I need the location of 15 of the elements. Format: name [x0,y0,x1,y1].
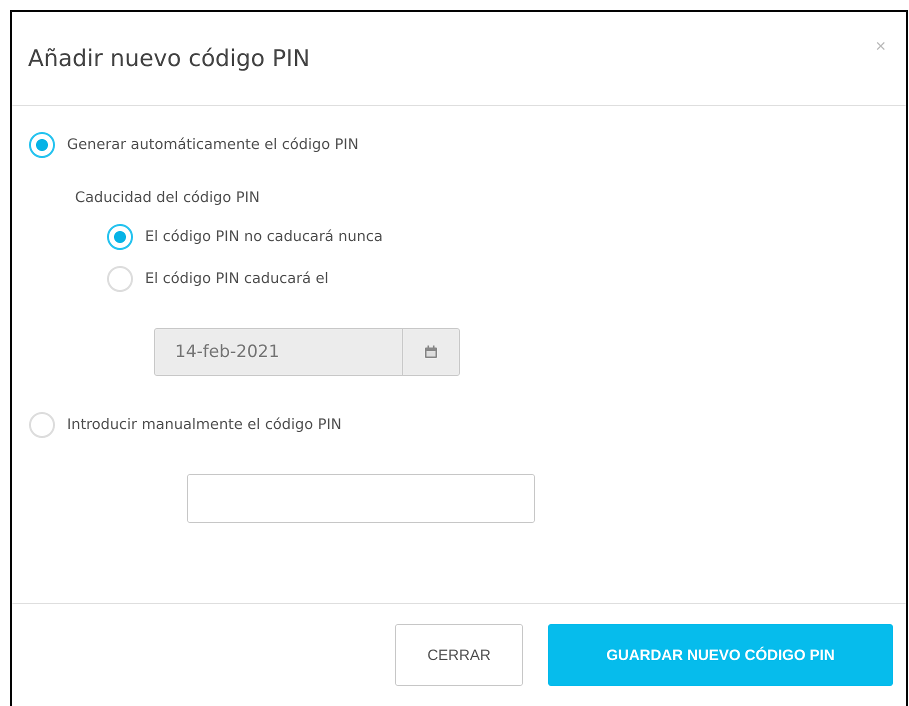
dialog-title: Añadir nuevo código PIN [28,46,310,72]
section-label: Caducidad del código PIN [75,190,261,206]
close-button[interactable]: × [871,36,890,57]
radio-button[interactable] [29,132,55,158]
pin-input-field[interactable] [187,474,535,523]
radio-button[interactable] [107,224,133,250]
radio-button[interactable] [107,266,133,292]
radio-label: Generar automáticamente el código PIN [67,137,359,153]
radio-label: El código PIN caducará el [145,271,329,287]
radio-label: El código PIN no caducará nunca [145,229,383,245]
date-value: 14-feb-2021 [174,341,280,364]
radio-button[interactable] [29,412,55,438]
save-button[interactable]: GUARDAR NUEVO CÓDIGO PIN [548,624,893,686]
radio-label: Introducir manualmente el código PIN [67,417,342,433]
close-dialog-button[interactable]: CERRAR [395,624,523,686]
